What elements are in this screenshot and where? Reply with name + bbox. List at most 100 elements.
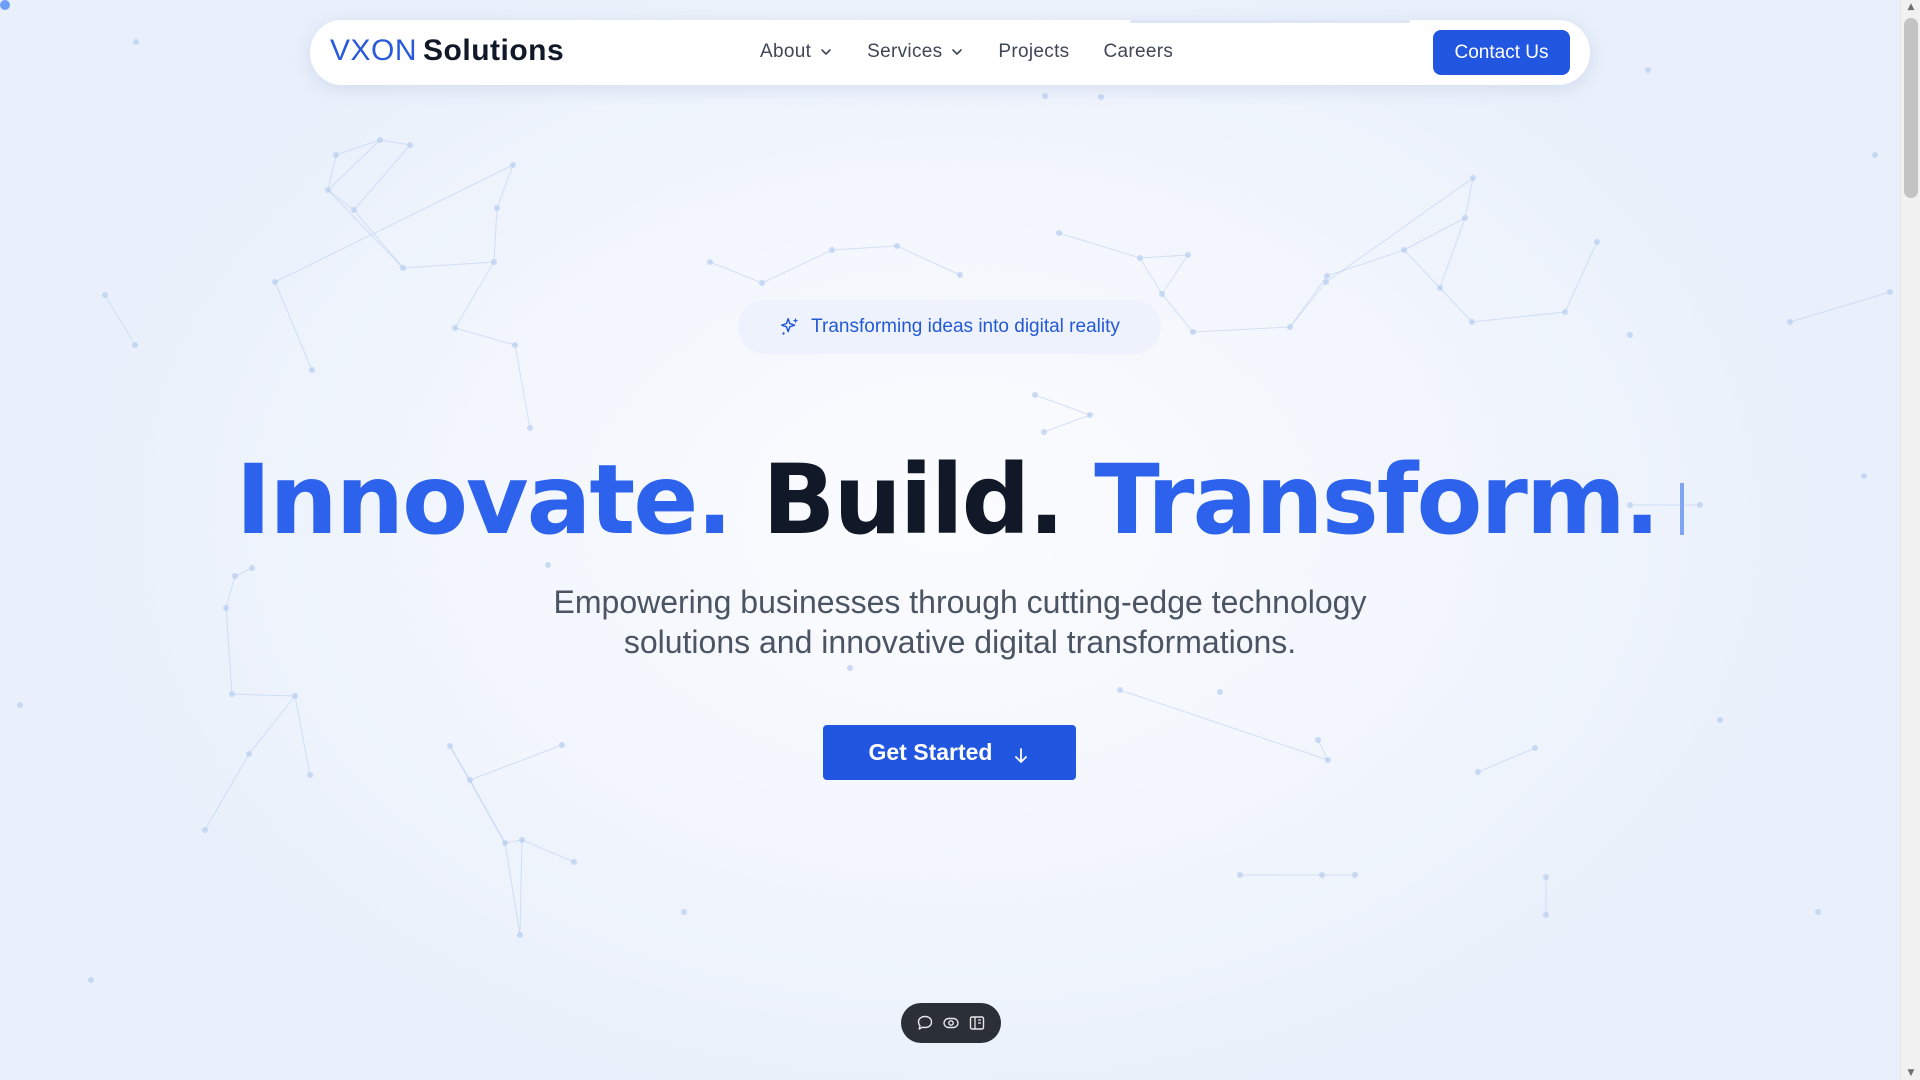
network-line bbox=[1564, 241, 1598, 313]
nav-item-services[interactable]: Services bbox=[867, 41, 964, 63]
network-line bbox=[1058, 232, 1141, 259]
network-line bbox=[1043, 414, 1091, 433]
network-node bbox=[1237, 872, 1243, 878]
scroll-up-arrow-icon[interactable]: ▲ bbox=[1901, 0, 1920, 14]
arrow-down-icon bbox=[1015, 747, 1028, 763]
network-line bbox=[353, 144, 411, 211]
get-started-label: Get Started bbox=[868, 739, 993, 765]
network-line bbox=[469, 744, 563, 781]
network-node bbox=[502, 840, 508, 846]
panel-button[interactable] bbox=[967, 1013, 987, 1033]
nav-item-about[interactable]: About bbox=[760, 41, 833, 63]
network-line bbox=[335, 139, 381, 156]
network-node bbox=[1462, 215, 1468, 221]
network-line bbox=[514, 344, 531, 429]
network-node bbox=[759, 280, 765, 286]
nav-item-projects[interactable]: Projects bbox=[998, 41, 1069, 63]
network-line bbox=[104, 294, 136, 346]
network-line bbox=[204, 753, 250, 831]
network-line bbox=[449, 745, 506, 844]
page-scrollbar[interactable]: ▲ ▼ bbox=[1900, 0, 1920, 1080]
network-node bbox=[559, 742, 565, 748]
contact-us-button[interactable]: Contact Us bbox=[1433, 30, 1570, 75]
network-node bbox=[1190, 329, 1196, 335]
network-node bbox=[272, 279, 278, 285]
network-line bbox=[1139, 257, 1163, 295]
comment-button[interactable] bbox=[915, 1013, 935, 1033]
network-line bbox=[709, 261, 763, 284]
network-node bbox=[1872, 152, 1878, 158]
navbar: VXON Solutions About Services Projects Ca… bbox=[310, 20, 1590, 85]
network-line bbox=[493, 207, 498, 263]
nav-item-label: Careers bbox=[1103, 41, 1174, 62]
network-line bbox=[454, 327, 516, 346]
network-line bbox=[1477, 747, 1536, 773]
network-node bbox=[232, 573, 238, 579]
scroll-thumb[interactable] bbox=[1904, 18, 1918, 198]
scroll-down-arrow-icon[interactable]: ▼ bbox=[1901, 1066, 1920, 1080]
network-node bbox=[571, 859, 577, 865]
network-node bbox=[1032, 392, 1038, 398]
network-node bbox=[527, 425, 533, 431]
network-node bbox=[1185, 252, 1191, 258]
network-line bbox=[1789, 291, 1891, 323]
tagline-badge: Transforming ideas into digital reality bbox=[738, 300, 1161, 354]
network-node bbox=[1325, 757, 1331, 763]
network-line bbox=[327, 189, 404, 269]
network-line bbox=[1289, 275, 1328, 328]
network-node bbox=[1543, 874, 1549, 880]
get-started-button[interactable]: Get Started bbox=[823, 725, 1076, 780]
logo[interactable]: VXON Solutions bbox=[330, 34, 564, 68]
nav-top-accent bbox=[1130, 20, 1410, 23]
network-node bbox=[1041, 429, 1047, 435]
network-line bbox=[327, 139, 381, 191]
network-line bbox=[521, 839, 575, 863]
network-node bbox=[246, 751, 252, 757]
preview-button[interactable] bbox=[941, 1013, 961, 1033]
nav-item-careers[interactable]: Careers bbox=[1103, 41, 1173, 63]
network-node bbox=[249, 565, 255, 571]
network-line bbox=[1439, 287, 1473, 323]
nav-menu: About Services Projects Careers bbox=[760, 40, 1207, 64]
network-node bbox=[1287, 324, 1293, 330]
network-line bbox=[1403, 217, 1466, 251]
network-line bbox=[1192, 326, 1291, 333]
logo-suffix: Solutions bbox=[423, 34, 565, 67]
network-node bbox=[88, 977, 94, 983]
network-node bbox=[1315, 737, 1321, 743]
network-node bbox=[1323, 279, 1329, 285]
network-line bbox=[1139, 254, 1189, 259]
network-node bbox=[829, 247, 835, 253]
nav-item-label: Projects bbox=[998, 41, 1070, 62]
network-line bbox=[231, 693, 296, 697]
typing-cursor bbox=[1680, 483, 1685, 535]
network-node bbox=[1319, 872, 1325, 878]
network-line bbox=[274, 164, 514, 283]
network-line bbox=[294, 695, 311, 776]
network-node bbox=[1475, 769, 1481, 775]
network-node bbox=[847, 665, 853, 671]
network-node bbox=[307, 772, 313, 778]
network-node bbox=[1087, 412, 1093, 418]
headline-word-transform: Transform. bbox=[1094, 444, 1660, 556]
network-node bbox=[1543, 912, 1549, 918]
network-line bbox=[327, 189, 355, 211]
network-line bbox=[831, 245, 898, 251]
network-line bbox=[1403, 249, 1441, 289]
network-node bbox=[1117, 687, 1123, 693]
network-line bbox=[1161, 254, 1189, 295]
eye-icon bbox=[943, 1017, 959, 1029]
network-node bbox=[1787, 319, 1793, 325]
network-node bbox=[957, 272, 963, 278]
network-node bbox=[1324, 273, 1330, 279]
hero-subtitle: Empowering businesses through cutting-ed… bbox=[460, 582, 1460, 662]
network-line bbox=[1439, 217, 1466, 289]
network-node bbox=[467, 777, 473, 783]
network-node bbox=[333, 152, 339, 158]
network-node bbox=[325, 187, 331, 193]
network-line bbox=[1034, 394, 1091, 416]
network-node bbox=[1137, 255, 1143, 261]
network-node bbox=[102, 292, 108, 298]
network-node bbox=[1437, 285, 1443, 291]
network-line bbox=[1161, 293, 1194, 333]
